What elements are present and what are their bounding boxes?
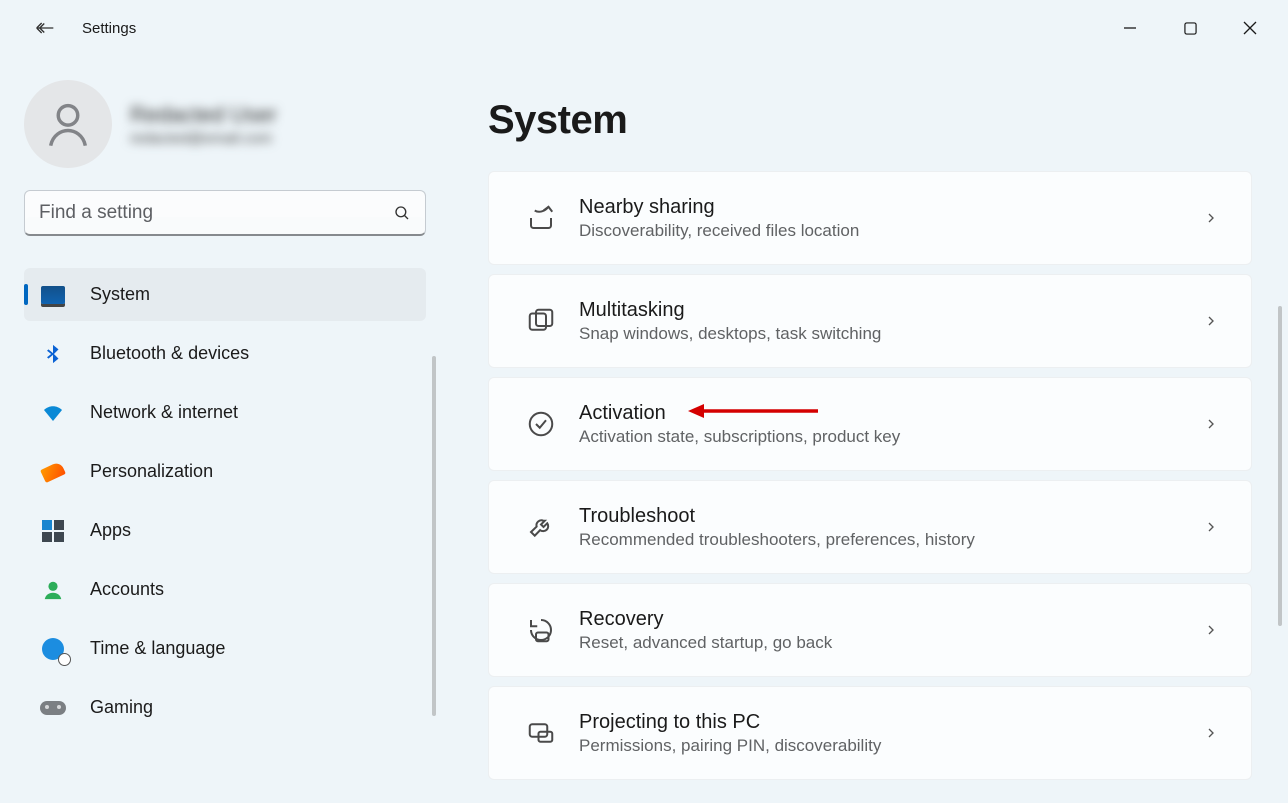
system-icon [38, 280, 68, 310]
card-title: Multitasking [579, 299, 1203, 322]
bluetooth-icon [38, 339, 68, 369]
card-activation[interactable]: Activation Activation state, subscriptio… [488, 377, 1252, 471]
sidebar: Redacted User redacted@email.com System … [0, 56, 440, 803]
window-controls [1100, 8, 1280, 48]
card-desc: Reset, advanced startup, go back [579, 633, 1203, 653]
close-icon [1243, 21, 1257, 35]
card-desc: Permissions, pairing PIN, discoverabilit… [579, 736, 1203, 756]
sidebar-item-gaming[interactable]: Gaming [24, 681, 426, 734]
sidebar-item-personalization[interactable]: Personalization [24, 445, 426, 498]
card-nearby-sharing[interactable]: Nearby sharing Discoverability, received… [488, 171, 1252, 265]
card-troubleshoot[interactable]: Troubleshoot Recommended troubleshooters… [488, 480, 1252, 574]
search-icon [393, 204, 411, 222]
card-title: Troubleshoot [579, 505, 1203, 528]
card-recovery[interactable]: Recovery Reset, advanced startup, go bac… [488, 583, 1252, 677]
search-input[interactable] [39, 202, 393, 224]
card-desc: Discoverability, received files location [579, 221, 1203, 241]
sidebar-item-label: Gaming [90, 697, 153, 718]
chevron-right-icon [1203, 622, 1219, 638]
avatar [24, 80, 112, 168]
card-title: Nearby sharing [579, 196, 1203, 219]
sidebar-item-apps[interactable]: Apps [24, 504, 426, 557]
sidebar-item-label: Network & internet [90, 402, 238, 423]
card-desc: Snap windows, desktops, task switching [579, 324, 1203, 344]
title-bar: Settings [0, 0, 1288, 56]
check-circle-icon [521, 409, 561, 439]
sidebar-item-bluetooth[interactable]: Bluetooth & devices [24, 327, 426, 380]
multitasking-icon [521, 306, 561, 336]
accounts-icon [38, 575, 68, 605]
apps-icon [38, 516, 68, 546]
wifi-icon [38, 398, 68, 428]
main-content: System Nearby sharing Discoverability, r… [440, 56, 1288, 803]
sidebar-item-label: Time & language [90, 638, 225, 659]
card-title: Recovery [579, 608, 1203, 631]
profile-name: Redacted User [130, 102, 277, 128]
card-title: Projecting to this PC [579, 711, 1203, 734]
wrench-icon [521, 512, 561, 542]
gaming-icon [38, 693, 68, 723]
minimize-button[interactable] [1100, 8, 1160, 48]
card-multitasking[interactable]: Multitasking Snap windows, desktops, tas… [488, 274, 1252, 368]
sidebar-item-accounts[interactable]: Accounts [24, 563, 426, 616]
person-icon [42, 98, 94, 150]
projecting-icon [521, 718, 561, 748]
time-language-icon [38, 634, 68, 664]
recovery-icon [521, 615, 561, 645]
sidebar-item-label: Accounts [90, 579, 164, 600]
sidebar-item-label: Bluetooth & devices [90, 343, 249, 364]
close-button[interactable] [1220, 8, 1280, 48]
chevron-right-icon [1203, 725, 1219, 741]
profile-email: redacted@email.com [130, 130, 277, 147]
maximize-button[interactable] [1160, 8, 1220, 48]
sidebar-item-label: Personalization [90, 461, 213, 482]
page-title: System [488, 98, 1252, 143]
brush-icon [38, 457, 68, 487]
card-desc: Activation state, subscriptions, product… [579, 427, 1203, 447]
sidebar-item-time-language[interactable]: Time & language [24, 622, 426, 675]
share-icon [521, 203, 561, 233]
chevron-right-icon [1203, 416, 1219, 432]
minimize-icon [1123, 21, 1137, 35]
sidebar-item-system[interactable]: System [24, 268, 426, 321]
search-box[interactable] [24, 190, 426, 236]
sidebar-scrollbar[interactable] [432, 356, 436, 716]
profile-block[interactable]: Redacted User redacted@email.com [24, 80, 426, 168]
sidebar-nav: System Bluetooth & devices Network & int… [24, 268, 426, 734]
sidebar-item-network[interactable]: Network & internet [24, 386, 426, 439]
maximize-icon [1184, 22, 1197, 35]
card-title: Activation [579, 402, 1203, 425]
sidebar-item-label: Apps [90, 520, 131, 541]
sidebar-item-label: System [90, 284, 150, 305]
back-button[interactable] [24, 8, 64, 48]
chevron-right-icon [1203, 210, 1219, 226]
card-desc: Recommended troubleshooters, preferences… [579, 530, 1203, 550]
card-projecting[interactable]: Projecting to this PC Permissions, pairi… [488, 686, 1252, 780]
app-title: Settings [82, 20, 136, 37]
main-scrollbar[interactable] [1278, 306, 1282, 626]
chevron-right-icon [1203, 313, 1219, 329]
chevron-right-icon [1203, 519, 1219, 535]
